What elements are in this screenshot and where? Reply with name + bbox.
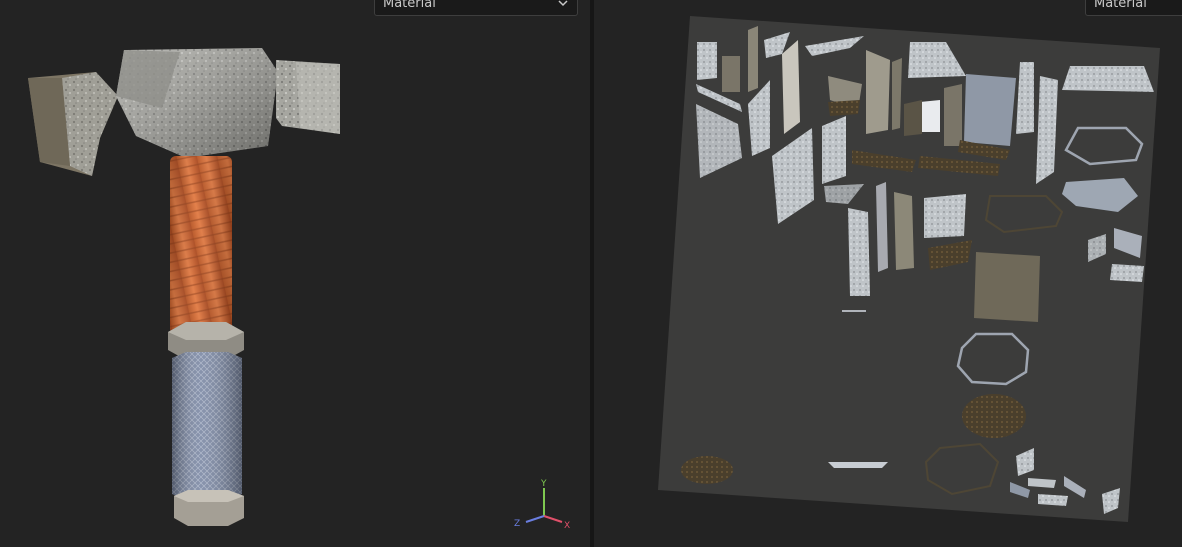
- viewport-3d[interactable]: Y X Z Material: [0, 0, 590, 547]
- axis-gizmo-icon[interactable]: Y X Z: [508, 476, 580, 536]
- viewport-2d-texture[interactable]: Material: [594, 0, 1182, 547]
- material-dropdown-3d-value: Material: [383, 0, 436, 11]
- hammer-model: [28, 48, 340, 526]
- axis-y-label: Y: [540, 479, 547, 489]
- axis-x-label: X: [564, 521, 570, 531]
- material-dropdown-2d[interactable]: Material: [1085, 0, 1182, 16]
- material-dropdown-3d[interactable]: Material: [374, 0, 578, 16]
- material-dropdown-2d-value: Material: [1094, 0, 1147, 11]
- chevron-down-icon: [558, 0, 568, 7]
- axis-z-label: Z: [514, 519, 520, 529]
- uv-texture-map: [658, 16, 1160, 522]
